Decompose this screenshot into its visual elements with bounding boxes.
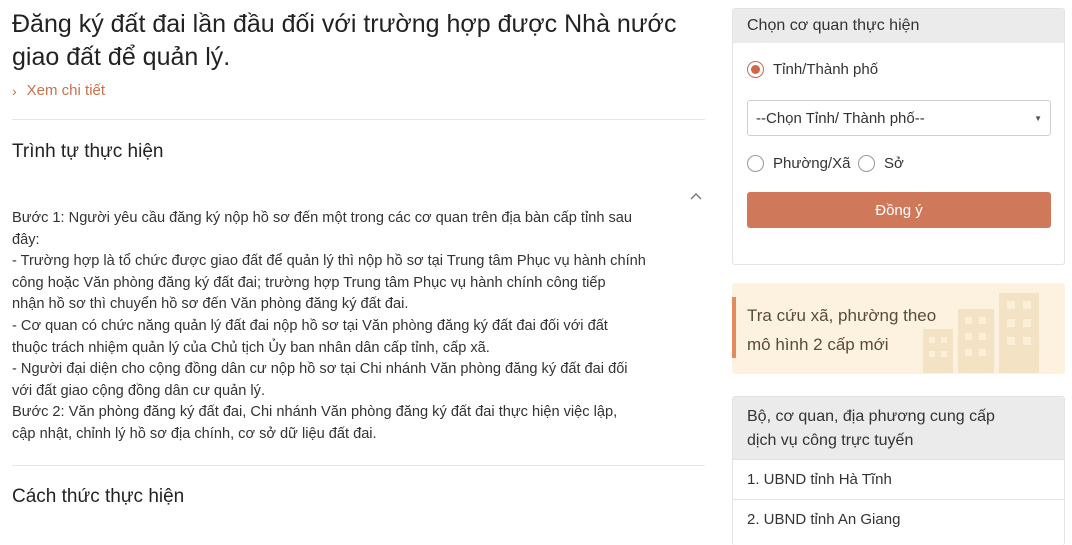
section-title-method: Cách thức thực hiện [12, 485, 185, 507]
ward-lookup-banner[interactable]: Tra cứu xã, phường theo mô hình 2 cấp mớ… [732, 283, 1065, 374]
radio-dept[interactable]: Sở [858, 155, 904, 172]
providers-title-line: Bộ, cơ quan, địa phương cung cấp [747, 408, 995, 425]
building-illustration-icon [923, 293, 1039, 373]
agency-selector-card: Chọn cơ quan thực hiện Tỉnh/Thành phố --… [732, 8, 1065, 265]
procedure-line: đây: [12, 231, 40, 248]
agency-card-title: Chọn cơ quan thực hiện [733, 9, 1064, 43]
divider [12, 119, 705, 120]
province-select[interactable]: --Chọn Tỉnh/ Thành phố-- ▼ [747, 100, 1051, 136]
radio-unchecked-icon [747, 155, 764, 172]
submit-button[interactable]: Đồng ý [747, 192, 1051, 228]
procedure-content: Đăng ký đất đai lần đầu đối với trường h… [12, 0, 705, 508]
procedure-line: - Người đại diện cho cộng đồng dân cư nộ… [12, 361, 628, 378]
providers-title: Bộ, cơ quan, địa phương cung cấp dịch vụ… [733, 397, 1064, 459]
procedure-line: Bước 1: Người yêu cầu đăng ký nộp hồ sơ … [12, 210, 633, 226]
divider [12, 464, 705, 466]
banner-text: Tra cứu xã, phường theo mô hình 2 cấp mớ… [747, 301, 936, 359]
page-title: Đăng ký đất đai lần đầu đối với trường h… [12, 10, 677, 71]
chevron-up-icon[interactable] [689, 190, 703, 204]
procedure-line: công hoặc Văn phòng đăng ký đất đai; trư… [12, 274, 606, 291]
banner-line: Tra cứu xã, phường theo [747, 306, 937, 325]
procedure-line: nhận hồ sơ thì chuyển hồ sơ đến Văn phòn… [12, 296, 409, 313]
procedure-line: Bước 2: Văn phòng đăng ký đất đai, Chi n… [12, 404, 618, 421]
dropdown-arrow-icon: ▼ [1034, 113, 1042, 123]
radio-ward-label: Phường/Xã [773, 155, 851, 172]
procedure-line: thuộc trách nhiệm quản lý của Chủ tịch Ủ… [12, 339, 490, 356]
procedure-line: cập nhật, chỉnh lý hồ sơ địa chính, cơ s… [12, 425, 377, 442]
banner-line: mô hình 2 cấp mới [747, 335, 889, 354]
provider-item[interactable]: 2. UBND tỉnh An Giang [733, 499, 1064, 539]
providers-card: Bộ, cơ quan, địa phương cung cấp dịch vụ… [732, 396, 1065, 545]
banner-accent-bar [732, 297, 736, 358]
view-detail-link[interactable]: › Xem chi tiết [12, 82, 705, 99]
radio-dept-label: Sở [884, 155, 904, 172]
view-detail-label: Xem chi tiết [26, 82, 106, 99]
radio-checked-icon [747, 61, 764, 78]
radio-ward[interactable]: Phường/Xã [747, 155, 850, 172]
section-title-procedure: Trình tự thực hiện [12, 141, 164, 162]
province-select-value: --Chọn Tỉnh/ Thành phố-- [756, 109, 925, 127]
radio-unchecked-icon [858, 155, 875, 172]
provider-item[interactable]: 1. UBND tỉnh Hà Tĩnh [733, 459, 1064, 499]
radio-province[interactable]: Tỉnh/Thành phố [747, 61, 878, 78]
procedure-line: - Trường hợp là tổ chức được giao đất để… [12, 253, 646, 270]
procedure-steps: Bước 1: Người yêu cầu đăng ký nộp hồ sơ … [12, 208, 705, 446]
providers-title-line: dịch vụ công trực tuyến [747, 432, 914, 449]
chevron-right-icon: › [12, 82, 17, 99]
procedure-line: - Cơ quan có chức năng quản lý đất đai n… [12, 317, 608, 334]
radio-province-label: Tỉnh/Thành phố [773, 61, 879, 78]
procedure-line: với đất giao cộng đồng dân cư quản lý. [12, 382, 266, 399]
